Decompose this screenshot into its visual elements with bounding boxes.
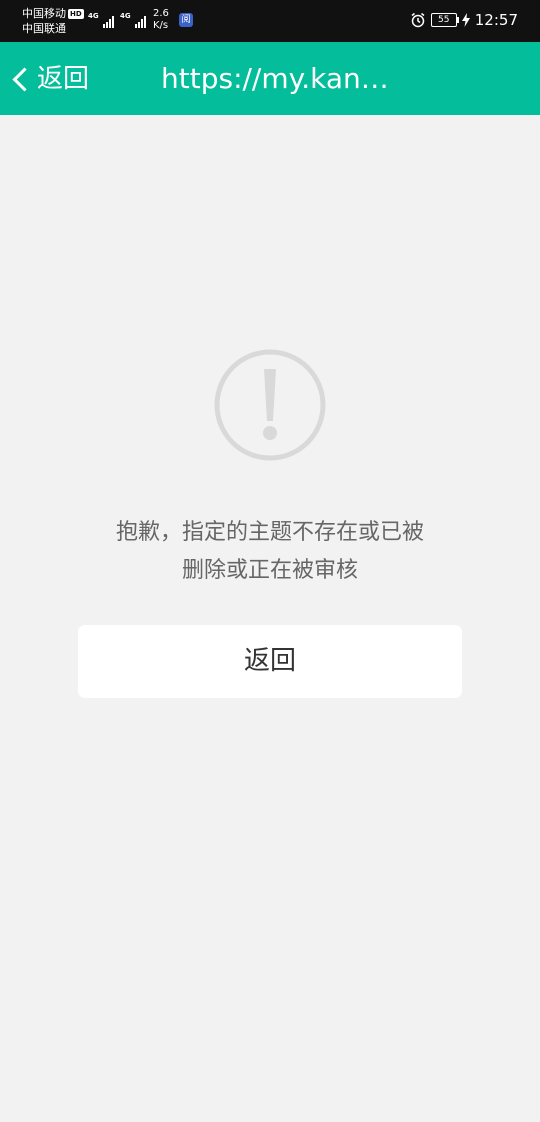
exclamation-circle-icon	[214, 349, 326, 461]
navigation-bar: 返回 https://my.kan…	[0, 42, 540, 115]
hd-badge: HD	[68, 8, 84, 19]
network-type-2: 4G	[120, 12, 131, 20]
app-notification-icon: 阅	[179, 13, 193, 27]
speed-value: 2.6	[153, 8, 169, 19]
status-bar: 中国移动 HD 中国联通 4G 4G 2.6 K/s 阅 55 12:57	[0, 0, 540, 42]
network-speed: 2.6 K/s	[153, 8, 169, 32]
charging-icon	[461, 13, 470, 27]
status-right: 55 12:57	[410, 11, 518, 29]
signal-icon: 4G	[120, 12, 146, 30]
carrier-1-label: 中国移动	[22, 7, 66, 20]
error-message-line-1: 抱歉，指定的主题不存在或已被	[115, 520, 424, 545]
error-message-line-2: 删除或正在被审核	[181, 558, 358, 583]
speed-unit: K/s	[153, 20, 169, 31]
return-button[interactable]: 返回	[78, 625, 462, 698]
signal-icon: 4G	[88, 12, 114, 30]
carrier-info: 中国移动 HD 中国联通	[22, 6, 84, 36]
error-message: 抱歉，指定的主题不存在或已被 删除或正在被审核	[40, 514, 500, 590]
page-title: https://my.kan…	[161, 62, 389, 95]
carrier-2-label: 中国联通	[22, 22, 66, 35]
back-button[interactable]: 返回	[8, 60, 89, 98]
back-button-label: 返回	[37, 64, 90, 94]
battery-icon: 55	[430, 13, 459, 27]
chevron-left-icon	[12, 66, 37, 92]
alarm-icon	[411, 12, 425, 28]
signal-indicators: 4G 4G	[88, 12, 146, 30]
network-type-1: 4G	[88, 12, 99, 20]
clock: 12:57	[474, 11, 518, 29]
